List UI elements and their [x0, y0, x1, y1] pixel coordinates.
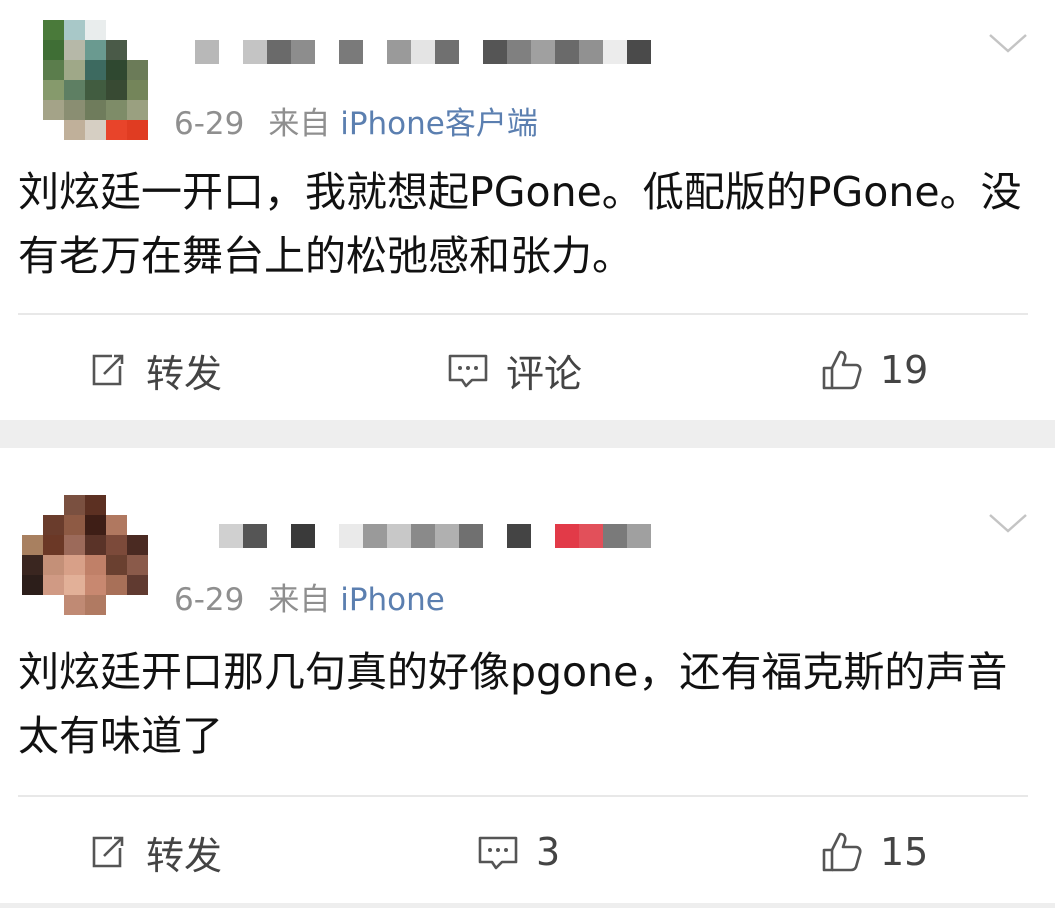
repost-icon [92, 354, 124, 386]
source-prefix: 来自 [268, 582, 331, 618]
like-icon [822, 350, 862, 390]
like-count: 19 [880, 348, 929, 392]
comment-icon [448, 354, 488, 388]
post-meta: 6-29 来自 iPhone [174, 574, 445, 619]
comment-icon [478, 836, 518, 870]
comment-count: 3 [536, 830, 561, 874]
repost-label: 转发 [146, 833, 223, 878]
source-prefix: 来自 [268, 106, 331, 142]
repost-button[interactable]: 转发 [86, 340, 222, 400]
action-bar: 转发 3 15 [0, 822, 1055, 882]
source-link[interactable]: iPhone [340, 582, 445, 618]
username-redacted[interactable] [195, 524, 755, 574]
post-date: 6-29 [174, 582, 245, 618]
repost-icon [92, 836, 124, 868]
avatar[interactable] [22, 20, 148, 140]
post-meta: 6-29 来自 iPhone客户端 [174, 98, 538, 143]
like-button[interactable]: 15 [820, 822, 928, 882]
like-button[interactable]: 19 [820, 340, 928, 400]
like-count: 15 [880, 830, 929, 874]
chevron-down-icon[interactable] [988, 512, 1028, 534]
source-link[interactable]: iPhone客户端 [340, 106, 538, 142]
comment-button[interactable]: 评论 [446, 340, 582, 400]
like-icon [822, 832, 862, 872]
comment-label: 评论 [506, 351, 583, 396]
weibo-comment-card: 6-29 来自 iPhone 刘炫廷开口那几句真的好像pgone，还有福克斯的声音… [0, 448, 1055, 903]
repost-button[interactable]: 转发 [86, 822, 222, 882]
comment-text: 刘炫廷开口那几句真的好像pgone，还有福克斯的声音太有味道了 [18, 648, 1008, 760]
comment-button[interactable]: 3 [476, 822, 560, 882]
divider [18, 795, 1028, 797]
avatar[interactable] [22, 495, 148, 615]
action-bar: 转发 评论 19 [0, 340, 1055, 400]
username-redacted[interactable] [195, 40, 755, 90]
comment-text: 刘炫廷一开口，我就想起PGone。低配版的PGone。没有老万在舞台上的松弛感和… [18, 168, 1022, 280]
repost-label: 转发 [146, 351, 223, 396]
divider [18, 313, 1028, 315]
post-date: 6-29 [174, 106, 245, 142]
weibo-comment-card: 6-29 来自 iPhone客户端 刘炫廷一开口，我就想起PGone。低配版的PG… [0, 0, 1055, 420]
chevron-down-icon[interactable] [988, 32, 1028, 54]
